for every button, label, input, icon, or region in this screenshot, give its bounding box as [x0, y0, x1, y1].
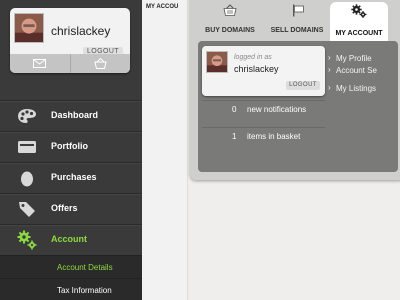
basket-button[interactable] [69, 54, 131, 73]
nav-item-offers[interactable]: Offers [0, 193, 142, 224]
nav-label-purchases: Purchases [51, 172, 97, 182]
basket-label: items in basket [247, 132, 301, 141]
basket-stat[interactable]: 1 items in basket [202, 127, 325, 145]
nav-label-portfolio: Portfolio [51, 141, 88, 151]
gears-icon [330, 4, 388, 18]
basket-icon [202, 4, 258, 18]
mail-icon [33, 59, 47, 68]
content-strip: MY ACCOU [142, 0, 188, 300]
notifications-label: new notifications [247, 105, 307, 114]
link-my-listings[interactable]: My Listings [328, 83, 377, 96]
tab-label-sell-domains: SELL DOMAINS [270, 27, 324, 34]
basket-count: 1 [232, 132, 237, 141]
account-dropdown-panel: BUY DOMAINS SELL DOMAINS MY ACCOUNT logg… [190, 0, 400, 180]
nav-item-purchases[interactable]: Purchases [0, 162, 142, 193]
subnav-item-tax-information[interactable]: Tax Information [0, 278, 142, 300]
tag-icon [16, 198, 38, 220]
link-my-profile[interactable]: My Profile [328, 53, 377, 66]
subnav-label-account-details: Account Details [57, 263, 113, 272]
basket-icon [94, 58, 107, 69]
user-card: chrislackey LOGOUT [10, 8, 130, 73]
logged-in-as-label: logged in as [234, 54, 272, 61]
tab-my-account[interactable]: MY ACCOUNT [330, 2, 388, 43]
folder-icon [16, 136, 38, 158]
tab-label-buy-domains: BUY DOMAINS [205, 27, 255, 34]
nav-item-portfolio[interactable]: Portfolio [0, 131, 142, 162]
tab-sell-domains[interactable]: SELL DOMAINS [267, 2, 327, 40]
egg-icon [16, 167, 38, 189]
notifications-count: 0 [232, 105, 237, 114]
link-account-settings[interactable]: Account Se [328, 65, 377, 78]
nav-item-account[interactable]: Account [0, 224, 142, 255]
subnav-item-account-details[interactable]: Account Details [0, 255, 142, 278]
panel-username: chrislackey [234, 64, 279, 74]
sidebar-nav: Dashboard Portfolio Purchases Offers Acc… [0, 100, 142, 300]
sign-icon [267, 4, 327, 18]
subnav-label-tax-information: Tax Information [57, 286, 112, 295]
nav-label-account: Account [51, 234, 87, 244]
sidebar: chrislackey LOGOUT Dashboard Portfolio P… [0, 0, 142, 300]
card-actions [10, 54, 130, 73]
panel-user-card: logged in as chrislackey LOGOUT [202, 46, 325, 96]
palette-icon [16, 105, 38, 127]
tab-buy-domains[interactable]: BUY DOMAINS [202, 2, 258, 40]
username: chrislackey [51, 24, 111, 38]
avatar [206, 51, 228, 73]
nav-label-offers: Offers [51, 203, 78, 213]
nav-item-dashboard[interactable]: Dashboard [0, 100, 142, 131]
gears-icon [16, 229, 38, 251]
notifications-stat[interactable]: 0 new notifications [202, 100, 325, 118]
avatar [14, 13, 44, 43]
nav-label-dashboard: Dashboard [51, 110, 99, 120]
account-summary: logged in as chrislackey LOGOUT 0 new no… [198, 41, 398, 172]
account-links: My Profile Account Se My Listings [328, 53, 377, 96]
mail-button[interactable] [10, 54, 70, 73]
panel-logout-button[interactable]: LOGOUT [286, 81, 320, 90]
strip-tab-label: MY ACCOU [146, 4, 179, 10]
tab-label-my-account: MY ACCOUNT [335, 30, 383, 37]
